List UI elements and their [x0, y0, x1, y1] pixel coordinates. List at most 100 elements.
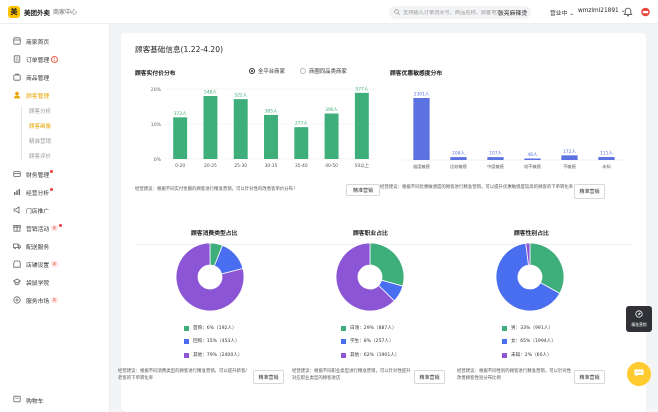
- page-title: 顾客基础信息(1.22-4.20): [135, 45, 224, 54]
- data-label: 277人: [295, 121, 308, 127]
- legend-swatch: [184, 325, 189, 331]
- consumption-precise-marketing-button[interactable]: 精准营销: [253, 370, 284, 384]
- price-precise-marketing-button[interactable]: 精准营销: [346, 184, 380, 196]
- account-name: wmzlml21891: [578, 8, 619, 14]
- order-count-badge: 1: [51, 55, 59, 63]
- sidebar-item-label: 配送服务: [26, 244, 50, 251]
- legend-label: 首购：6%（192人）: [193, 326, 237, 331]
- sidebar-subitem-portrait[interactable]: 顾客画像: [29, 122, 51, 131]
- shop-name[interactable]: 张亮麻辣烫: [498, 8, 527, 17]
- legend-item: 其他：79%（2400人）: [184, 351, 242, 359]
- submenu-tree-line: [21, 106, 22, 161]
- shop-status: 营业中: [550, 11, 568, 17]
- gender-precise-marketing-button[interactable]: 精准营销: [574, 370, 605, 384]
- sidebar-item-promotion[interactable]: 门店推广: [13, 205, 49, 215]
- bar: [598, 157, 615, 160]
- precise-marketing-float-button[interactable]: 精准营销: [626, 306, 652, 332]
- price-tip: 经营建议：根据不同实付金额的顾客进行精准营销，可以针对性的改善客单价分布！: [135, 187, 298, 192]
- legend-item: 未知：2%（60人）: [502, 351, 552, 359]
- bar: [233, 99, 248, 159]
- sidebar-item-finance[interactable]: 财务管理: [13, 169, 54, 179]
- sidebar-feedback[interactable]: 购物车: [13, 395, 43, 405]
- bar: [324, 113, 339, 159]
- next-card: [126, 402, 646, 412]
- data-label: 46人: [528, 152, 539, 158]
- data-label: 108人: [452, 151, 465, 157]
- sidebar-item-school[interactable]: 袋鼠学院: [13, 277, 49, 287]
- sidebar-item-home[interactable]: 商家首页: [13, 36, 49, 46]
- x-tick-label: 极度敏感: [413, 163, 430, 170]
- delivery-icon: [13, 242, 21, 250]
- search-icon: [394, 8, 400, 17]
- account-dropdown[interactable]: wmzlml21891 ⌄: [578, 8, 625, 14]
- legend-item: 女：65%（1994人）: [502, 337, 556, 345]
- occupation-precise-marketing-button[interactable]: 精准营销: [414, 370, 445, 384]
- sidebar-subitem-precise-marketing[interactable]: 精准营销: [29, 137, 51, 146]
- data-label: 172人: [563, 149, 576, 155]
- sidebar-item-orders[interactable]: 订单管理 1: [13, 54, 59, 64]
- sensitivity-distribution-chart: 2301人极度敏感 108人比较敏感 107人中度敏感 46人较不敏感 172人不敏感 1…: [403, 92, 625, 170]
- sidebar-subitem-reviews[interactable]: 顾客评价: [29, 152, 51, 161]
- data-label: 577人: [355, 86, 368, 92]
- bell-icon[interactable]: [623, 7, 633, 19]
- x-tick-label: 较不敏感: [524, 163, 541, 170]
- sidebar-item-analysis[interactable]: 经营分析: [13, 187, 54, 197]
- sensitivity-tip: 经营建议：根据不同优惠敏感度的顾客进行精准营销，可以提升优惠敏感度较高的顾客的下…: [380, 185, 574, 190]
- sidebar-item-label: 营销活动: [26, 226, 50, 233]
- sensitivity-section-title: 顾客优惠敏感度分布: [390, 71, 443, 77]
- feedback-label: 购物车: [26, 398, 44, 405]
- new-badge: 新: [51, 261, 58, 267]
- sidebar-subitem-analysis[interactable]: 顾客分析: [29, 107, 51, 116]
- sensitivity-precise-marketing-button[interactable]: 精准营销: [574, 184, 605, 199]
- delivery-rider-icon[interactable]: [640, 7, 651, 19]
- app-name: 美团外卖: [24, 8, 50, 17]
- sidebar-item-shop-settings[interactable]: 店铺设置 新: [13, 259, 58, 269]
- radio-all-platform[interactable]: 全平台商家: [249, 67, 285, 75]
- brand-logo[interactable]: 美 美团外卖 商家中心: [8, 5, 77, 18]
- consumption-type-tip: 经营建议：根据不同消费类型的顾客进行精准营销，可以提升新客/老客的下单转化率: [118, 369, 247, 381]
- main-card: 顾客基础信息(1.22-4.20) 顾客实付价分布 全平台商家 商圈同品类商家 …: [118, 33, 646, 411]
- gender-title: 顾客性别占比: [514, 231, 549, 237]
- gender-tip: 经营建议：根据不同性别的顾客进行精准营销，可以针对性改善顾客性别分布比例: [457, 369, 572, 381]
- legend-label: 未知：2%（60人）: [511, 353, 552, 358]
- data-label: 548人: [204, 90, 217, 96]
- top-bar: 美 美团外卖 商家中心 张亮麻辣烫 营业中 ⌄ wmzlml21891 ⌄: [0, 0, 658, 24]
- radio-same-category[interactable]: 商圈同品类商家: [300, 67, 347, 75]
- sidebar-item-label: 商品管理: [26, 75, 50, 82]
- shop-settings-icon: [13, 260, 21, 268]
- sidebar-item-market[interactable]: 服务市场 新: [13, 295, 58, 305]
- consumption-type-pie: [175, 242, 245, 312]
- bar: [450, 157, 467, 160]
- x-tick-label: 20-25: [204, 163, 217, 169]
- finance-icon: [13, 170, 21, 178]
- legend-swatch: [184, 338, 189, 344]
- activity-icon: [13, 224, 21, 232]
- legend-label: 其他：79%（2400人）: [193, 353, 243, 358]
- x-tick-label: 0-20: [175, 163, 185, 169]
- data-label: 2301人: [414, 92, 430, 98]
- new-badge: 新: [51, 225, 58, 231]
- sidebar-item-customers[interactable]: 顾客管理: [13, 90, 49, 100]
- occupation-title: 顾客职业占比: [353, 231, 388, 237]
- legend-swatch: [502, 338, 507, 344]
- x-tick-label: 比较敏感: [450, 163, 467, 170]
- y-tick-label: 0%: [154, 157, 162, 163]
- edit-icon: [635, 310, 643, 320]
- legend-swatch: [502, 352, 507, 358]
- x-tick-label: 不敏感: [563, 163, 576, 170]
- customer-service-button[interactable]: [627, 362, 651, 386]
- bar: [561, 155, 578, 160]
- order-icon: [13, 55, 21, 63]
- sidebar-item-delivery[interactable]: 配送服务: [13, 241, 49, 251]
- legend-swatch: [341, 338, 346, 344]
- sidebar-item-label: 财务管理: [26, 172, 50, 179]
- legend-label: 学生：8%（257人）: [350, 339, 394, 344]
- consumption-type-title: 顾客消费类型占比: [191, 231, 238, 237]
- sidebar-item-label: 商家首页: [26, 39, 50, 46]
- sidebar-item-goods[interactable]: 商品管理: [13, 72, 49, 82]
- school-icon: [13, 278, 21, 286]
- occupation-pie: [335, 242, 405, 312]
- sidebar-item-label: 店铺设置: [26, 262, 50, 269]
- shop-status-dropdown[interactable]: 营业中 ⌄: [550, 8, 574, 17]
- sidebar-item-activities[interactable]: 营销活动 新: [13, 223, 62, 233]
